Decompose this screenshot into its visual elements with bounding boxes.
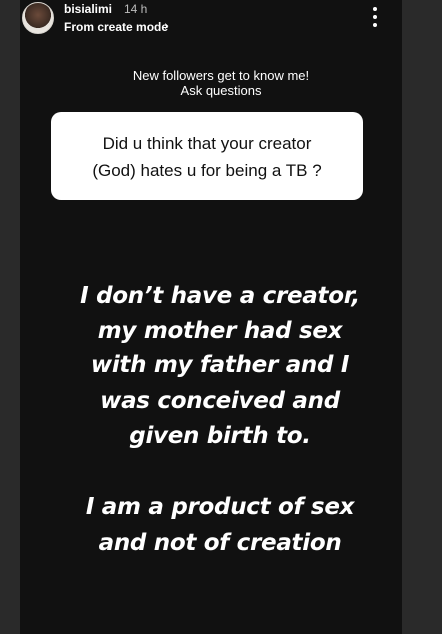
answer-text-line: I don’t have a creator,	[80, 283, 360, 309]
question-text-line: (God) hates u for being a TB ?	[92, 161, 322, 180]
chevron-right-icon[interactable]: ›	[164, 19, 169, 34]
question-text-line: Did u think that your creator	[102, 134, 312, 153]
answer-text-line: I am a product of sex	[85, 494, 355, 520]
avatar[interactable]	[22, 2, 54, 34]
question-prompt-subtitle: Ask questions	[180, 83, 262, 98]
answer-text-line: given birth to.	[129, 423, 311, 449]
question-prompt-title: New followers get to know me!	[132, 68, 310, 83]
answer-text-line: and not of creation	[98, 530, 342, 556]
story-view: bisialimi 14 h From create mode › New fo…	[0, 0, 442, 634]
answer-text-line: with my father and I	[90, 352, 350, 378]
story-header: bisialimi 14 h From create mode ›	[22, 2, 402, 38]
answer-text-line: my mother had sex	[97, 318, 343, 344]
timestamp: 14 h	[124, 2, 148, 16]
question-sticker[interactable]: Did u think that your creator (God) hate…	[51, 112, 363, 200]
username[interactable]: bisialimi	[64, 2, 112, 16]
answer-text-line: was conceived and	[100, 388, 340, 414]
more-options-icon[interactable]	[367, 6, 383, 28]
create-mode-link[interactable]: From create mode	[64, 20, 168, 34]
